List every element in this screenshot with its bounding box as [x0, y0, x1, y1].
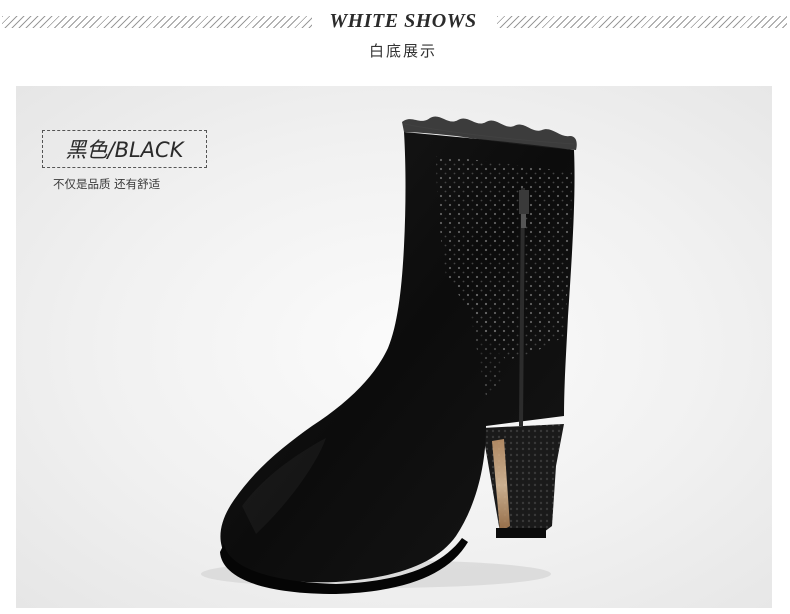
product-stage: 黑色/BLACK 不仅是品质 还有舒适	[16, 86, 772, 608]
product-caption: 不仅是品质 还有舒适	[53, 177, 161, 191]
section-subtitle: 白底展示	[368, 42, 437, 60]
section-header: WHITE SHOWS 白底展示	[0, 0, 790, 80]
header-hatch-left	[2, 16, 312, 28]
color-label-box: 黑色/BLACK	[42, 130, 207, 168]
color-label: 黑色/BLACK	[65, 138, 184, 162]
boot-heel	[482, 424, 564, 538]
section-title: WHITE SHOWS	[329, 10, 477, 32]
header-hatch-right	[497, 16, 787, 28]
